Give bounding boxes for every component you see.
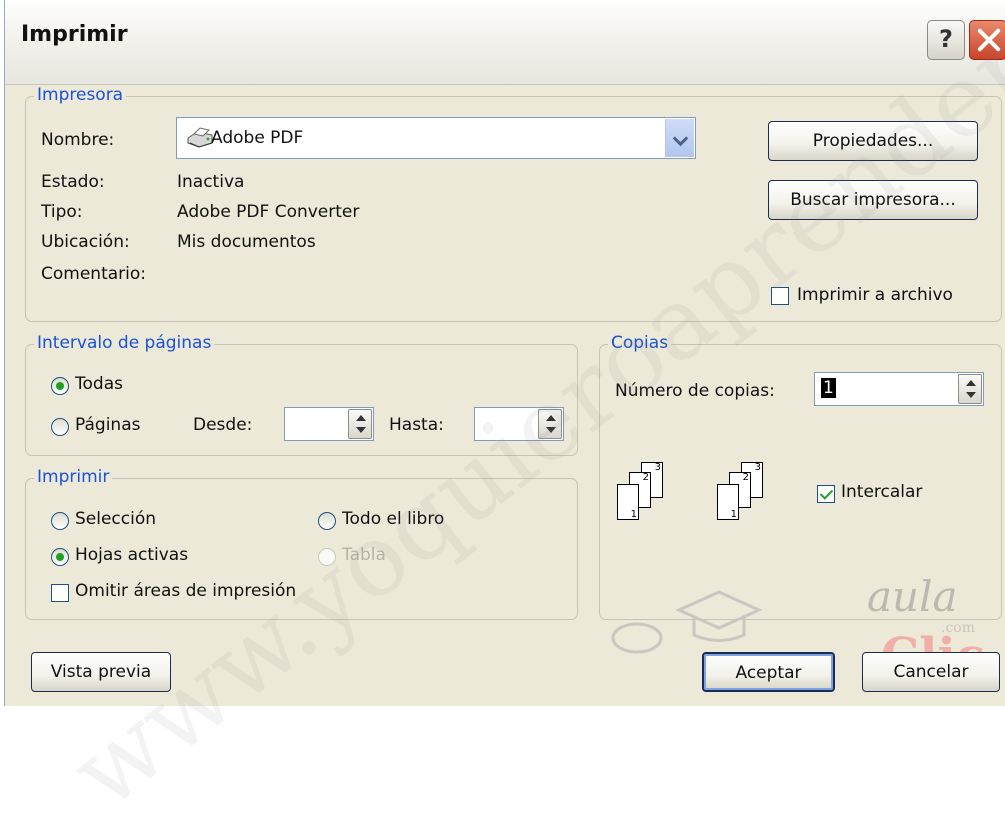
print-to-file-label[interactable]: Imprimir a archivo (797, 285, 953, 305)
printer-name-value: Adobe PDF (211, 128, 304, 148)
collate-label[interactable]: Intercalar (841, 482, 922, 502)
watermark-logo-top: aula (867, 572, 958, 621)
copies-spinner[interactable]: 1 (814, 372, 984, 406)
printer-name-label: Nombre: (41, 130, 115, 150)
status-value: Inactiva (177, 172, 245, 192)
chevron-down-icon[interactable] (665, 119, 694, 157)
ignore-print-areas-label[interactable]: Omitir áreas de impresión (75, 581, 296, 601)
location-label: Ubicación: (41, 232, 130, 252)
ok-button[interactable]: Aceptar (702, 652, 835, 692)
printer-group-legend: Impresora (34, 85, 127, 105)
status-label: Estado: (41, 172, 105, 192)
table-radio (318, 548, 336, 566)
active-sheets-label[interactable]: Hojas activas (75, 545, 188, 565)
from-label: Desde: (193, 415, 253, 435)
to-spinner[interactable] (474, 407, 564, 441)
print-dialog: Imprimir ? Impresora Nombre: Adobe PDF E… (4, 0, 1005, 831)
range-pages-radio[interactable] (51, 418, 69, 436)
page-range-legend: Intervalo de páginas (34, 333, 215, 353)
comment-label: Comentario: (41, 264, 146, 284)
selection-label[interactable]: Selección (75, 509, 156, 529)
collate-page-1: 1 (617, 484, 639, 520)
table-label: Tabla (342, 545, 386, 565)
range-all-label[interactable]: Todas (75, 374, 123, 394)
cancel-button[interactable]: Cancelar (862, 652, 1000, 692)
entire-workbook-radio[interactable] (318, 512, 336, 530)
collate-checkbox[interactable] (817, 485, 835, 503)
collate-pages-icon-2: 3 2 1 (717, 462, 777, 532)
active-sheets-radio[interactable] (51, 548, 69, 566)
to-label: Hasta: (389, 415, 444, 435)
print-to-file-checkbox[interactable] (771, 287, 789, 305)
from-spinner[interactable] (284, 407, 374, 441)
type-label: Tipo: (41, 202, 83, 222)
entire-workbook-label[interactable]: Todo el libro (342, 509, 444, 529)
location-value: Mis documentos (177, 232, 316, 252)
dialog-title: Imprimir (21, 22, 128, 47)
print-what-legend: Imprimir (34, 467, 113, 487)
collate-pages-icon-1: 3 2 1 (617, 462, 677, 532)
ignore-print-areas-checkbox[interactable] (51, 584, 69, 602)
collate-page-1: 1 (717, 484, 739, 520)
copies-spin-buttons[interactable] (958, 374, 982, 404)
help-button[interactable]: ? (927, 20, 965, 60)
copies-number-label: Número de copias: (615, 381, 775, 401)
to-spin-buttons[interactable] (538, 409, 562, 439)
find-printer-button[interactable]: Buscar impresora... (768, 180, 978, 220)
preview-button[interactable]: Vista previa (31, 652, 171, 692)
selection-radio[interactable] (51, 512, 69, 530)
close-button[interactable] (969, 20, 1005, 60)
copies-value[interactable]: 1 (821, 378, 836, 398)
properties-button[interactable]: Propiedades... (768, 121, 978, 161)
type-value: Adobe PDF Converter (177, 202, 360, 222)
title-bar[interactable]: Imprimir ? (5, 0, 1005, 85)
printer-name-select[interactable]: Adobe PDF (176, 117, 696, 159)
range-pages-label[interactable]: Páginas (75, 415, 140, 435)
range-all-radio[interactable] (51, 377, 69, 395)
from-spin-buttons[interactable] (348, 409, 372, 439)
copies-legend: Copias (608, 333, 672, 353)
